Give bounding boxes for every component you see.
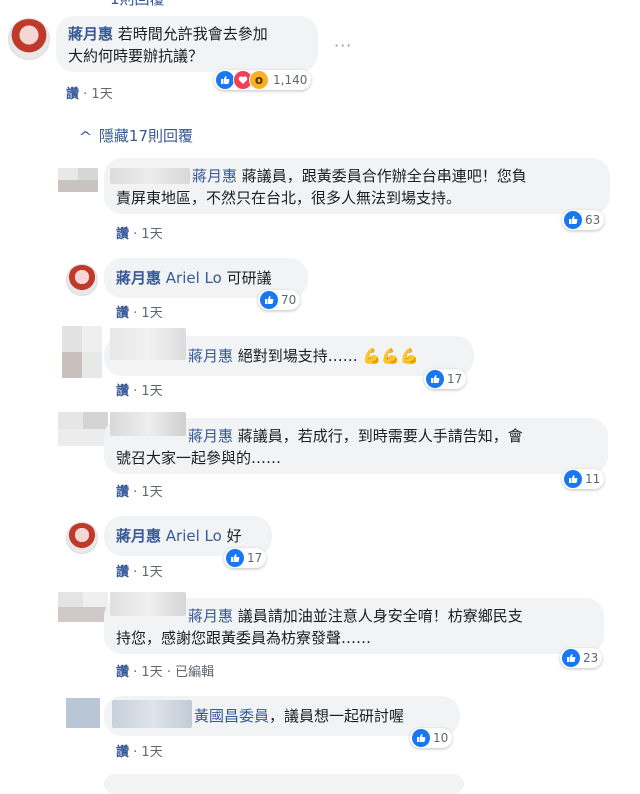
timestamp[interactable]: 1天	[141, 565, 162, 580]
reply-bubble: 黃國昌委員，議員想一起研討喔	[104, 696, 460, 736]
reply-actions: 讚 · 1天	[116, 565, 163, 580]
blurred-avatar	[58, 592, 108, 622]
reply-actions: 讚 · 1天	[116, 384, 163, 399]
chevron-up-icon: ^	[78, 130, 93, 145]
mention-link[interactable]: 蔣月惠	[188, 607, 233, 625]
blurred-avatar	[58, 412, 108, 446]
reaction-summary[interactable]: 63	[562, 210, 605, 230]
like-button[interactable]: 讚	[116, 485, 129, 500]
timestamp[interactable]: 1天	[141, 665, 162, 680]
hide-replies-toggle[interactable]: ^ 隱藏17則回覆	[78, 125, 193, 146]
reply-text: 可研議	[226, 269, 272, 287]
blurred-name	[110, 412, 186, 436]
flexed-biceps-emoji: 💪💪💪	[362, 347, 419, 365]
comment-bubble: 蔣月惠 若時間允許我會去參加 大約何時要辦抗議？	[56, 16, 318, 72]
mention-link[interactable]: Ariel Lo	[166, 269, 222, 287]
reply-text: 絕對到場支持……	[237, 347, 358, 365]
reply-text: 蔣議員，若成行，到時需要人手請告知，會	[237, 427, 523, 445]
blurred-name	[110, 168, 190, 184]
reaction-summary[interactable]: 10	[410, 728, 453, 748]
like-button[interactable]: 讚	[116, 306, 129, 321]
mention-link[interactable]: 黃國昌委員	[194, 707, 269, 725]
like-icon	[564, 211, 582, 229]
reply-text: 號召大家一起參與的……	[116, 449, 282, 467]
reply-text: 蔣議員，跟黃委員合作辦全台串連吧！您負	[241, 167, 527, 185]
reply-bubble: 蔣月惠 議員請加油並注意人身安全唷！枋寮鄉民支 持您，感謝您跟黃委員為枋寮發聲……	[104, 592, 604, 654]
reaction-count: 17	[447, 372, 463, 386]
reply-text: ，議員想一起研討喔	[269, 707, 405, 725]
reply-actions: 讚 · 1天	[116, 306, 163, 321]
like-icon	[412, 729, 430, 747]
timestamp[interactable]: 1天	[141, 306, 162, 321]
reply-text: 議員請加油並注意人身安全唷！枋寮鄉民支	[237, 607, 523, 625]
blurred-name	[110, 592, 186, 616]
reaction-count: 23	[583, 651, 599, 665]
reply-actions: 讚 · 1天 · 已編輯	[116, 665, 215, 680]
timestamp[interactable]: 1天	[141, 485, 162, 500]
reaction-summary[interactable]: 17	[424, 369, 467, 389]
mention-link[interactable]: Ariel Lo	[166, 527, 222, 545]
timestamp[interactable]: 1天	[141, 745, 162, 760]
like-icon	[564, 470, 582, 488]
reply-bubble: 蔣月惠 絕對到場支持…… 💪💪💪	[104, 328, 474, 376]
like-icon	[226, 549, 244, 567]
more-options-icon[interactable]: ···	[334, 36, 352, 55]
comment-text: 大約何時要辦抗議？	[68, 47, 204, 65]
blurred-avatar	[58, 168, 98, 192]
avatar[interactable]	[66, 264, 98, 296]
reply-actions: 讚 · 1天	[116, 227, 163, 242]
mention-link[interactable]: 蔣月惠	[188, 347, 233, 365]
reaction-count: 1,140	[273, 73, 308, 87]
reply-text: 責屏東地區，不然只在台北，很多人無法到場支持。	[116, 189, 462, 207]
like-button[interactable]: 讚	[116, 745, 129, 760]
reaction-count: 10	[433, 731, 449, 745]
timestamp[interactable]: 1天	[91, 87, 112, 102]
reply-author[interactable]: 蔣月惠	[116, 527, 161, 545]
timestamp[interactable]: 1天	[141, 384, 162, 399]
reaction-summary[interactable]: o 1,140	[214, 70, 312, 90]
blurred-avatar	[62, 326, 102, 378]
like-button[interactable]: 讚	[116, 565, 129, 580]
reaction-summary[interactable]: 17	[224, 548, 267, 568]
reply-bubble: 蔣月惠 蔣議員，若成行，到時需要人手請告知，會 號召大家一起參與的……	[104, 412, 608, 474]
like-icon	[216, 71, 234, 89]
reply-author[interactable]: 蔣月惠	[116, 269, 161, 287]
reaction-summary[interactable]: 23	[560, 648, 603, 668]
mention-link[interactable]: 蔣月惠	[192, 167, 237, 185]
timestamp[interactable]: 1天	[141, 227, 162, 242]
wow-icon: o	[249, 70, 269, 90]
reply-bubble: 蔣月惠 蔣議員，跟黃委員合作辦全台串連吧！您負 責屏東地區，不然只在台北，很多人…	[104, 158, 610, 214]
like-button[interactable]: 讚	[116, 227, 129, 242]
reaction-count: 63	[585, 213, 601, 227]
like-icon	[562, 649, 580, 667]
reply-text: 好	[226, 527, 242, 545]
reaction-count: 11	[585, 472, 601, 486]
reply-actions: 讚 · 1天	[116, 485, 163, 500]
like-icon	[260, 291, 278, 309]
previous-reply-count[interactable]: 1則回覆	[110, 0, 165, 9]
like-button[interactable]: 讚	[116, 384, 129, 399]
blurred-name	[110, 328, 186, 360]
reply-bubble-partial	[104, 774, 464, 794]
comment-author[interactable]: 蔣月惠	[68, 25, 113, 43]
like-icon	[426, 370, 444, 388]
reaction-summary[interactable]: 11	[562, 469, 605, 489]
reaction-summary[interactable]: 70	[258, 290, 301, 310]
reply-text: 持您，感謝您跟黃委員為枋寮發聲……	[116, 629, 372, 647]
like-button[interactable]: 讚	[116, 665, 129, 680]
like-button[interactable]: 讚	[66, 87, 79, 102]
reply-actions: 讚 · 1天	[116, 745, 163, 760]
avatar[interactable]	[66, 522, 98, 554]
comment-actions: 讚 · 1天	[66, 87, 113, 102]
reaction-count: 17	[247, 551, 263, 565]
blurred-avatar	[66, 698, 100, 728]
blurred-name	[112, 700, 192, 728]
mention-link[interactable]: 蔣月惠	[188, 427, 233, 445]
edited-label[interactable]: 已編輯	[175, 665, 214, 680]
reaction-count: 70	[281, 293, 297, 307]
avatar[interactable]	[8, 18, 50, 60]
comment-text: 若時間允許我會去參加	[117, 25, 268, 43]
